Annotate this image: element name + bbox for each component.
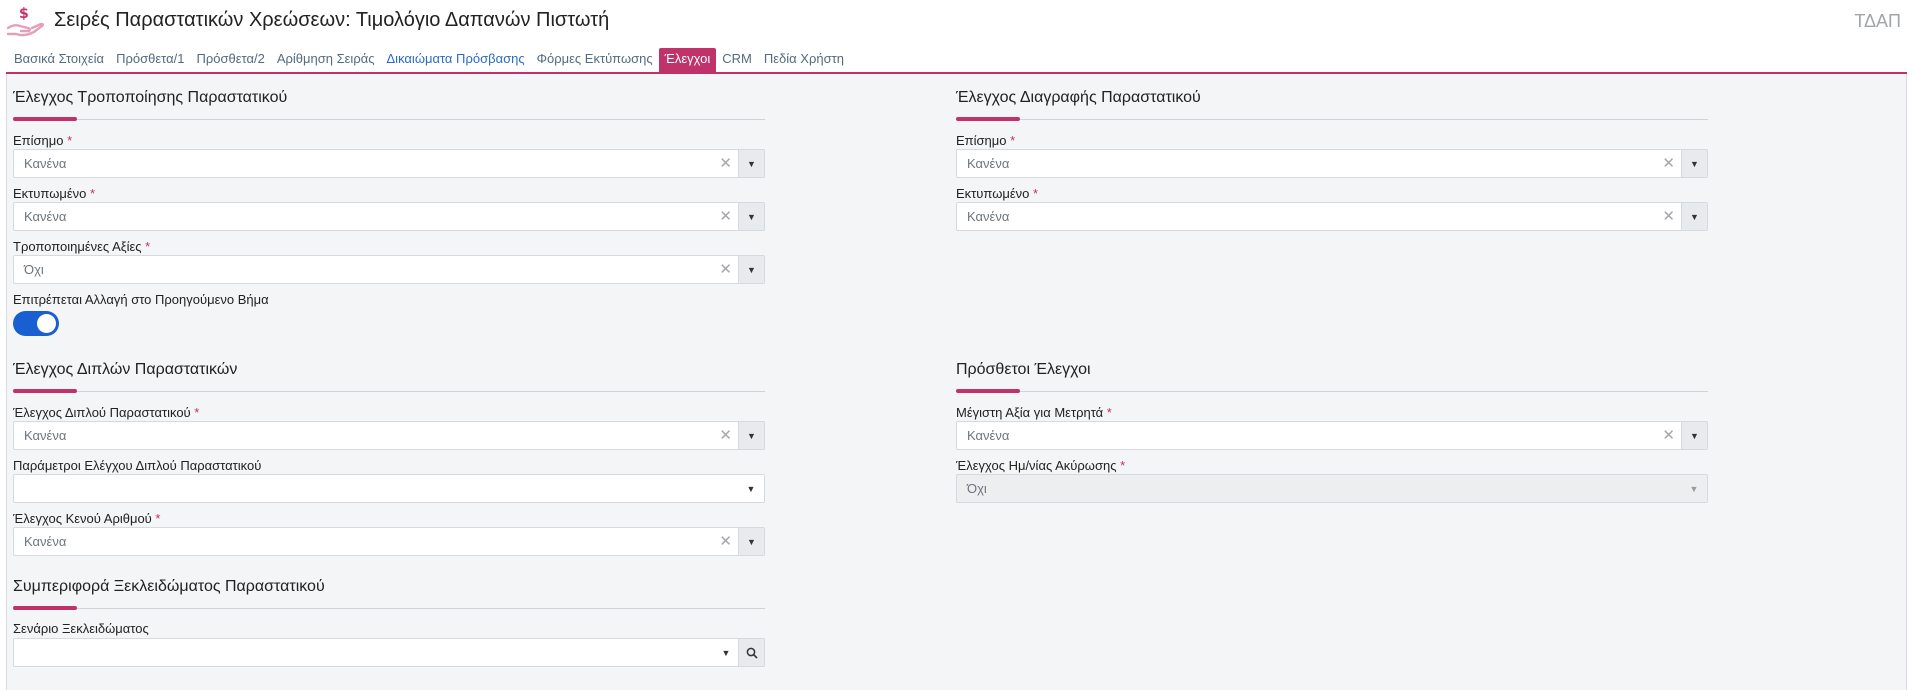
chevron-down-icon[interactable]: ▼ (1681, 150, 1707, 177)
section-accent (13, 606, 77, 610)
section-divider (13, 391, 765, 392)
select-value: Όχι (24, 262, 44, 277)
section-accent (956, 117, 1020, 121)
tab-print-forms[interactable]: Φόρμες Εκτύπωσης (531, 48, 659, 73)
tab-bar: Βασικά Στοιχεία Πρόσθετα/1 Πρόσθετα/2 Αρ… (8, 48, 850, 73)
gap-check-label: Έλεγχος Κενού Αριθμού * (13, 511, 161, 526)
delete-printed-select[interactable]: Κανένα ✕ ▼ (956, 202, 1708, 231)
cancel-date-label: Έλεγχος Ημ/νίας Ακύρωσης * (956, 458, 1126, 473)
allow-change-label: Επιτρέπεται Αλλαγή στο Προηγούμενο Βήμα (13, 292, 269, 307)
chevron-down-icon[interactable]: ▼ (738, 528, 764, 555)
tab-numbering[interactable]: Αρίθμηση Σειράς (271, 48, 381, 73)
clear-icon[interactable]: ✕ (719, 154, 732, 172)
section-title-duplicates: Έλεγχος Διπλών Παραστατικών (13, 361, 238, 378)
svg-text:$: $ (19, 6, 29, 22)
select-value: Κανένα (24, 534, 67, 549)
select-value: Κανένα (967, 209, 1010, 224)
chevron-down-icon[interactable]: ▼ (1681, 203, 1707, 230)
cancel-date-select: Όχι ▼ (956, 474, 1708, 503)
printed-label: Εκτυπωμένο * (13, 186, 96, 201)
chevron-down-icon[interactable]: ▼ (738, 475, 764, 502)
modify-official-select[interactable]: Κανένα ✕ ▼ (13, 149, 765, 178)
clear-icon[interactable]: ✕ (719, 532, 732, 550)
page-title: Σειρές Παραστατικών Χρεώσεων: Τιμολόγιο … (54, 9, 610, 31)
chevron-down-icon[interactable]: ▼ (738, 203, 764, 230)
dup-check-select[interactable]: Κανένα ✕ ▼ (13, 421, 765, 450)
allow-change-toggle[interactable] (13, 311, 59, 336)
hand-dollar-icon: $ (6, 6, 44, 37)
dup-params-select[interactable]: ▼ (13, 474, 765, 503)
tab-basic[interactable]: Βασικά Στοιχεία (8, 48, 110, 73)
modified-values-select[interactable]: Όχι ✕ ▼ (13, 255, 765, 284)
tab-extra-2[interactable]: Πρόσθετα/2 (190, 48, 270, 73)
tab-access-rights[interactable]: Δικαιώματα Πρόσβασης (381, 48, 531, 73)
dup-check-label: Έλεγχος Διπλού Παραστατικού * (13, 405, 200, 420)
clear-icon[interactable]: ✕ (719, 207, 732, 225)
section-divider (956, 391, 1708, 392)
select-value: Κανένα (967, 156, 1010, 171)
printed-label: Εκτυπωμένο * (956, 186, 1039, 201)
section-accent (956, 389, 1020, 393)
series-code: ΤΔΑΠ (1854, 11, 1901, 31)
section-divider (13, 119, 765, 120)
section-title-delete: Έλεγχος Διαγραφής Παραστατικού (956, 89, 1201, 106)
section-title-extra: Πρόσθετοι Έλεγχοι (956, 361, 1091, 378)
toggle-knob (37, 314, 56, 333)
search-icon[interactable] (738, 639, 764, 666)
tab-extra-1[interactable]: Πρόσθετα/1 (110, 48, 190, 73)
clear-icon[interactable]: ✕ (1662, 207, 1675, 225)
clear-icon[interactable]: ✕ (1662, 154, 1675, 172)
delete-official-select[interactable]: Κανένα ✕ ▼ (956, 149, 1708, 178)
official-label: Επίσημο * (956, 133, 1016, 148)
max-cash-label: Μέγιστη Αξία για Μετρητά * (956, 405, 1112, 420)
clear-icon[interactable]: ✕ (719, 426, 732, 444)
section-title-unlock: Συμπεριφορά Ξεκλειδώματος Παραστατικού (13, 578, 325, 595)
clear-icon[interactable]: ✕ (719, 260, 732, 278)
official-label: Επίσημο * (13, 133, 73, 148)
section-divider (13, 608, 765, 609)
tab-checks[interactable]: Έλεγχοι (658, 48, 717, 73)
select-value: Κανένα (24, 428, 67, 443)
tab-crm[interactable]: CRM (716, 48, 758, 73)
clear-icon[interactable]: ✕ (1662, 426, 1675, 444)
select-value: Όχι (967, 481, 987, 496)
gap-check-select[interactable]: Κανένα ✕ ▼ (13, 527, 765, 556)
section-divider (956, 119, 1708, 120)
chevron-down-icon[interactable]: ▼ (738, 150, 764, 177)
max-cash-select[interactable]: Κανένα ✕ ▼ (956, 421, 1708, 450)
select-value: Κανένα (967, 428, 1010, 443)
modified-values-label: Τροποποιημένες Αξίες * (13, 239, 151, 254)
dup-params-label: Παράμετροι Ελέγχου Διπλού Παραστατικού (13, 458, 262, 473)
tab-user-fields[interactable]: Πεδία Χρήστη (758, 48, 850, 73)
unlock-scenario-select[interactable]: ▼ (13, 638, 765, 667)
chevron-down-icon[interactable]: ▼ (738, 256, 764, 283)
select-value: Κανένα (24, 209, 67, 224)
chevron-down-icon[interactable]: ▼ (714, 639, 738, 666)
chevron-down-icon[interactable]: ▼ (1681, 422, 1707, 449)
chevron-down-icon: ▼ (1681, 475, 1707, 502)
modify-printed-select[interactable]: Κανένα ✕ ▼ (13, 202, 765, 231)
section-accent (13, 389, 77, 393)
unlock-scenario-label: Σενάριο Ξεκλειδώματος (13, 621, 149, 636)
section-title-modify: Έλεγχος Τροποποίησης Παραστατικού (13, 89, 288, 106)
section-accent (13, 117, 77, 121)
page-header: $ Σειρές Παραστατικών Χρεώσεων: Τιμολόγι… (0, 0, 1913, 44)
chevron-down-icon[interactable]: ▼ (738, 422, 764, 449)
select-value: Κανένα (24, 156, 67, 171)
